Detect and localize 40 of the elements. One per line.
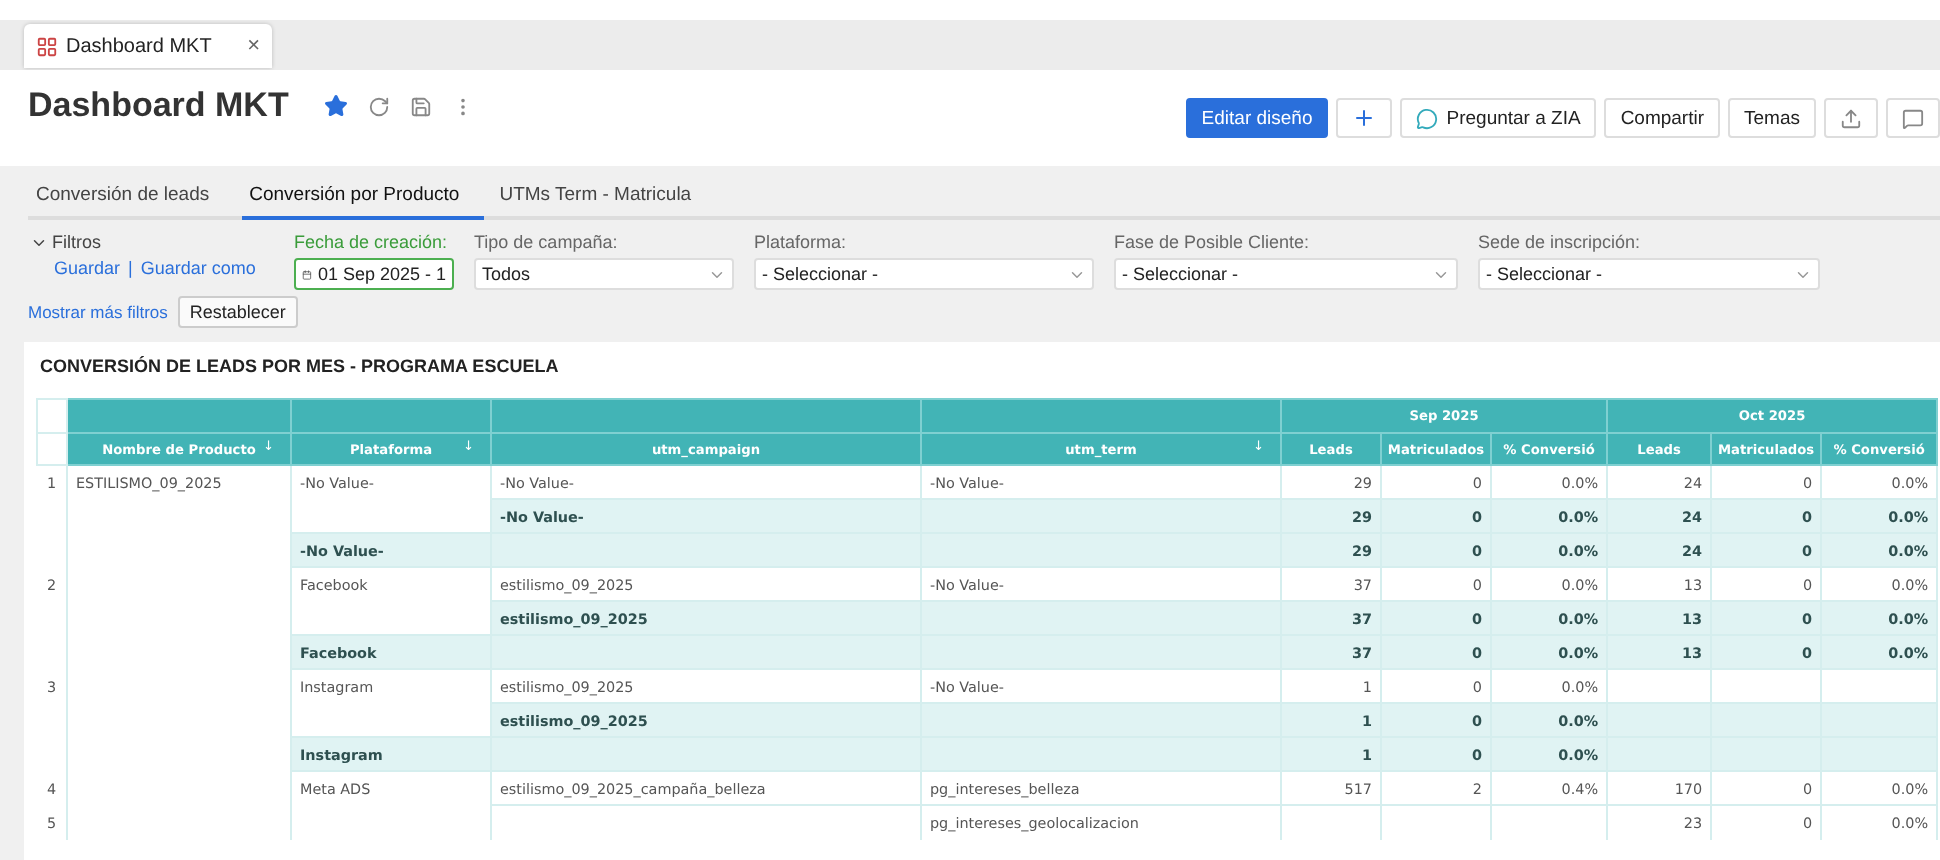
- separator: |: [128, 258, 133, 278]
- select-field[interactable]: - Seleccionar -: [1478, 258, 1820, 290]
- export-button[interactable]: [1824, 98, 1878, 138]
- star-icon[interactable]: [324, 94, 349, 118]
- add-button[interactable]: [1336, 98, 1393, 138]
- date-field[interactable]: 01 Sep 2025 - 1: [294, 258, 454, 290]
- dashboard-icon: [36, 35, 58, 57]
- save-link[interactable]: Guardar: [54, 258, 121, 278]
- tab-title: Dashboard MKT: [66, 35, 214, 57]
- filter-label: Fase de Posible Cliente:: [1114, 232, 1312, 252]
- save-as-link[interactable]: Guardar como: [140, 258, 256, 278]
- filter-label: Fecha de creación:: [294, 232, 450, 252]
- browser-tab[interactable]: Dashboard MKT ×: [24, 24, 272, 68]
- more-filters-link[interactable]: Mostrar más filtros: [28, 302, 168, 322]
- dashboard-title: Dashboard MKT: [28, 86, 289, 126]
- comment-button[interactable]: [1886, 98, 1940, 138]
- add-icon: [1352, 106, 1377, 130]
- header-button[interactable]: Temas: [1728, 98, 1816, 138]
- comment-icon: [1902, 107, 1924, 129]
- close-icon[interactable]: ×: [247, 34, 260, 58]
- refresh-icon[interactable]: [368, 95, 391, 117]
- filter-label: Sede de inscripción:: [1478, 232, 1643, 252]
- report-tab[interactable]: Conversión por Producto: [241, 184, 484, 220]
- upload-icon: [1840, 107, 1862, 129]
- report-tab[interactable]: Conversión de leads: [28, 184, 234, 220]
- filters-toggle[interactable]: Filtros: [30, 232, 274, 252]
- header-button[interactable]: Compartir: [1604, 98, 1721, 138]
- ask-zia-button[interactable]: Preguntar a ZIA: [1400, 98, 1597, 138]
- chat-bubble-icon: [1416, 107, 1439, 129]
- select-field[interactable]: - Seleccionar -: [1114, 258, 1458, 290]
- edit-design-button[interactable]: Editar diseño: [1185, 98, 1329, 138]
- calendar-icon: [302, 265, 312, 283]
- save-icon[interactable]: [410, 95, 433, 117]
- select-field[interactable]: Todos: [474, 258, 734, 290]
- report-title: CONVERSIÓN DE LEADS POR MES - PROGRAMA ESCUELA: [38, 354, 561, 380]
- filter-label: Plataforma:: [754, 232, 849, 252]
- filter-label: Tipo de campaña:: [474, 232, 620, 252]
- reset-button[interactable]: Restablecer: [177, 296, 298, 328]
- select-field[interactable]: - Seleccionar -: [754, 258, 1094, 290]
- report-tab[interactable]: UTMs Term - Matricula: [491, 184, 716, 220]
